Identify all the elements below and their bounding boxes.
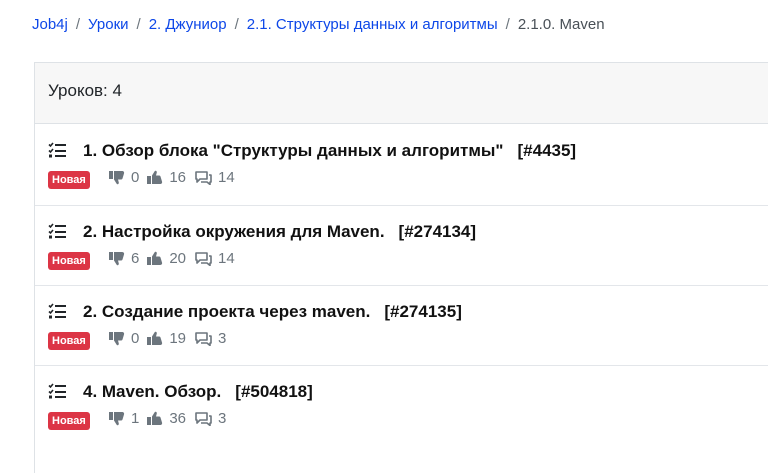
lesson-title[interactable]: 2. Создание проекта через maven. [#274135… bbox=[83, 302, 462, 322]
like-count: 20 bbox=[169, 250, 187, 267]
lesson-id: [#274135] bbox=[384, 302, 462, 321]
thumbs-up-icon[interactable] bbox=[147, 411, 163, 426]
comments-icon[interactable] bbox=[194, 170, 212, 185]
tasks-list-icon bbox=[48, 303, 66, 319]
breadcrumb-separator: / bbox=[136, 16, 141, 33]
breadcrumb-separator: / bbox=[505, 16, 510, 33]
lesson-title-text: 1. Обзор блока "Структуры данных и алгор… bbox=[83, 141, 504, 160]
like-count: 19 bbox=[169, 330, 187, 347]
comment-count: 14 bbox=[218, 250, 235, 267]
lesson-title[interactable]: 2. Настройка окружения для Maven. [#27413… bbox=[83, 222, 476, 242]
breadcrumb-separator: / bbox=[234, 16, 239, 33]
thumbs-up-icon[interactable] bbox=[147, 170, 163, 185]
dislike-count: 6 bbox=[131, 250, 140, 267]
comments-icon[interactable] bbox=[194, 251, 212, 266]
lesson-stats: 0 16 14 bbox=[109, 169, 243, 186]
lesson-id: [#504818] bbox=[235, 382, 313, 401]
new-badge: Новая bbox=[48, 252, 90, 270]
lesson-id: [#4435] bbox=[517, 141, 577, 160]
new-badge: Новая bbox=[48, 412, 90, 430]
lesson-title-text: 2. Создание проекта через maven. bbox=[83, 302, 371, 321]
breadcrumb-link-home[interactable]: Job4j bbox=[32, 16, 68, 33]
like-count: 16 bbox=[169, 169, 187, 186]
comment-count: 14 bbox=[218, 169, 235, 186]
thumbs-down-icon[interactable] bbox=[109, 251, 125, 266]
breadcrumb-separator: / bbox=[75, 16, 81, 33]
lesson-item[interactable]: 2. Создание проекта через maven. [#274135… bbox=[35, 285, 768, 365]
dislike-count: 0 bbox=[131, 330, 140, 347]
lesson-stats: 0 19 3 bbox=[109, 330, 234, 347]
breadcrumb-link-lessons[interactable]: Уроки bbox=[88, 16, 128, 33]
thumbs-down-icon[interactable] bbox=[109, 411, 125, 426]
lesson-item[interactable]: 2. Настройка окружения для Maven. [#27413… bbox=[35, 205, 768, 285]
lessons-count: Уроков: 4 bbox=[35, 63, 768, 124]
new-badge: Новая bbox=[48, 332, 90, 350]
thumbs-up-icon[interactable] bbox=[147, 251, 163, 266]
lesson-stats: 6 20 14 bbox=[109, 250, 243, 267]
comments-icon[interactable] bbox=[194, 331, 212, 346]
lesson-stats: 1 36 3 bbox=[109, 410, 234, 427]
breadcrumb: Job4j / Уроки / 2. Джуниор / 2.1. Структуры да… bbox=[32, 15, 605, 35]
tasks-list-icon bbox=[48, 142, 66, 158]
lesson-title-text: 4. Maven. Обзор. bbox=[83, 382, 222, 401]
breadcrumb-current: 2.1.0. Maven bbox=[517, 16, 605, 33]
thumbs-up-icon[interactable] bbox=[147, 331, 163, 346]
breadcrumb-link-data-structures[interactable]: 2.1. Структуры данных и алгоритмы bbox=[247, 16, 498, 33]
comment-count: 3 bbox=[218, 330, 227, 347]
lesson-title[interactable]: 4. Maven. Обзор. [#504818] bbox=[83, 382, 313, 402]
lesson-title-text: 2. Настройка окружения для Maven. bbox=[83, 222, 385, 241]
lesson-id: [#274134] bbox=[398, 222, 477, 241]
breadcrumb-link-junior[interactable]: 2. Джуниор bbox=[149, 16, 227, 33]
comment-count: 3 bbox=[218, 410, 227, 427]
tasks-list-icon bbox=[48, 223, 66, 239]
lesson-item[interactable]: 1. Обзор блока "Структуры данных и алгор… bbox=[35, 125, 768, 205]
tasks-list-icon bbox=[48, 383, 66, 399]
dislike-count: 0 bbox=[131, 169, 140, 186]
thumbs-down-icon[interactable] bbox=[109, 170, 125, 185]
lesson-item[interactable]: 4. Maven. Обзор. [#504818] Новая 1 36 3 bbox=[35, 365, 768, 445]
like-count: 36 bbox=[169, 410, 187, 427]
dislike-count: 1 bbox=[131, 410, 140, 427]
lessons-card: Уроков: 4 1. Обзор блока "Структуры данн… bbox=[34, 62, 768, 473]
new-badge: Новая bbox=[48, 171, 90, 189]
lesson-title[interactable]: 1. Обзор блока "Структуры данных и алгор… bbox=[83, 141, 576, 161]
thumbs-down-icon[interactable] bbox=[109, 331, 125, 346]
comments-icon[interactable] bbox=[194, 411, 212, 426]
